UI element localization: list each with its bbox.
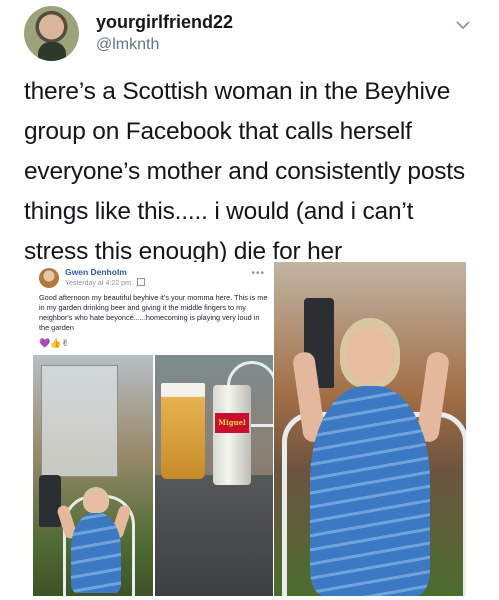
greenhouse [41, 365, 118, 477]
beer-glass [161, 383, 205, 479]
tweet-header: yourgirlfriend22 @lmknth [24, 6, 484, 66]
photo-beer-can: Miguel [155, 355, 273, 596]
handle[interactable]: @lmknth [96, 36, 159, 54]
wheelie-bin [39, 475, 61, 527]
fb-author-name: Gwen Denholm [65, 267, 127, 277]
globe-icon [137, 278, 146, 286]
tweet-text: there’s a Scottish woman in the Beyhive … [24, 78, 465, 265]
can-label: Miguel [215, 413, 249, 433]
display-name[interactable]: yourgirlfriend22 [96, 12, 233, 33]
more-icon: ••• [251, 268, 265, 279]
fb-timestamp: Yesterday at 4:22 pm · [65, 280, 138, 287]
tweet-media-image[interactable]: Gwen Denholm Yesterday at 4:22 pm · ••• … [33, 262, 466, 596]
woman-head [86, 491, 106, 513]
fb-post-text: Good afternoon my beautiful beyhive it's… [39, 293, 268, 332]
photo-garden-woman [33, 355, 153, 596]
fb-post-meta: Yesterday at 4:22 pm · [65, 278, 146, 287]
woman-head [346, 328, 394, 384]
photo-middle-fingers [274, 262, 466, 596]
woman-dress [310, 386, 430, 596]
fb-author-avatar [39, 268, 59, 288]
fb-emoji-row: 💜👍✌ [39, 338, 69, 348]
chevron-down-icon[interactable] [454, 16, 472, 34]
facebook-post: Gwen Denholm Yesterday at 4:22 pm · ••• … [33, 262, 273, 354]
avatar[interactable] [24, 6, 79, 61]
beer-can [213, 385, 251, 485]
garden-table [155, 475, 273, 596]
woman-dress [71, 513, 121, 593]
